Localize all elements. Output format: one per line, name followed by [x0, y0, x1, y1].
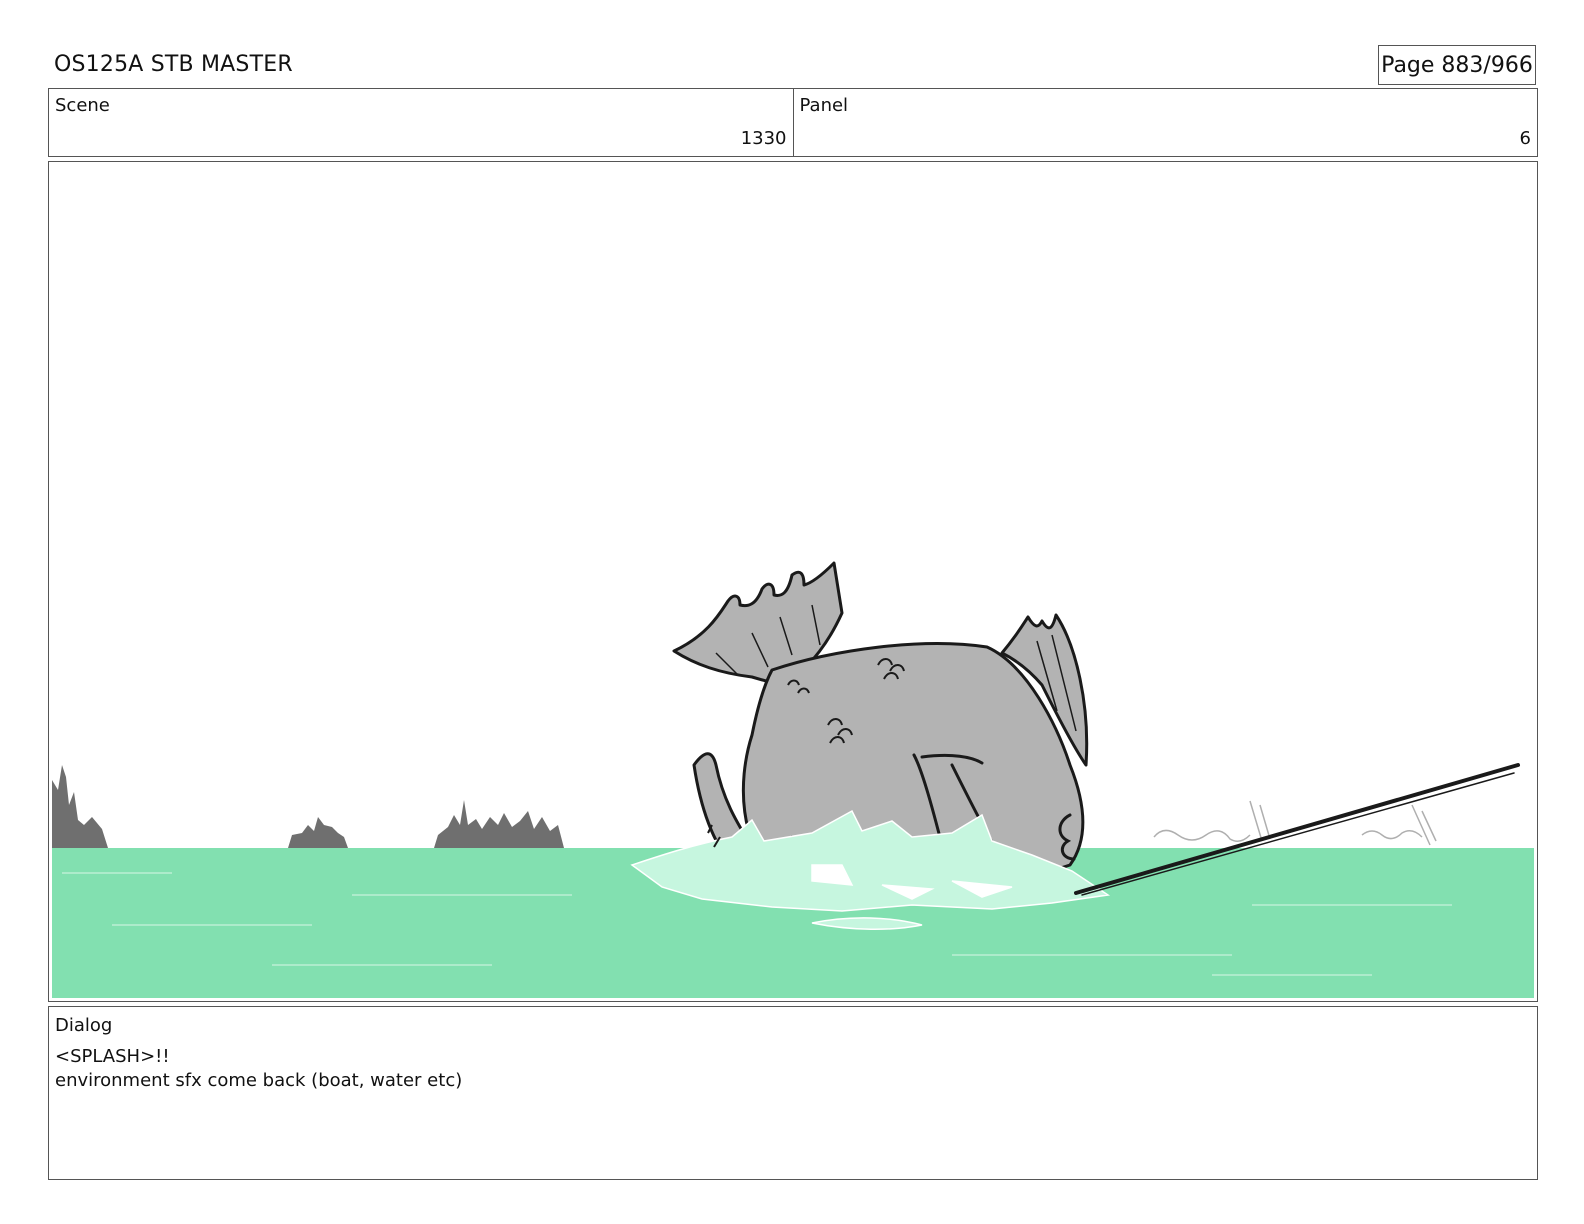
dialog-line-1: <SPLASH>!!	[55, 1046, 170, 1067]
page-number: Page 883/966	[1381, 52, 1533, 78]
dialog-label: Dialog	[55, 1015, 113, 1036]
scene-label: Scene	[55, 95, 110, 116]
scene-value: 1330	[740, 128, 787, 149]
scene-cell: Scene 1330	[49, 89, 793, 156]
dialog-line-2: environment sfx come back (boat, water e…	[55, 1070, 463, 1091]
storyboard-panel-art	[52, 165, 1534, 998]
dialog-box: Dialog <SPLASH>!! environment sfx come b…	[48, 1006, 1538, 1180]
scene-panel-row: Scene 1330 Panel 6	[48, 88, 1538, 157]
panel-cell: Panel 6	[792, 89, 1538, 156]
page-number-box: Page 883/966	[1378, 45, 1536, 85]
dialog-text: <SPLASH>!! environment sfx come back (bo…	[55, 1045, 462, 1093]
panel-label: Panel	[799, 95, 849, 116]
panel-value: 6	[1519, 128, 1531, 149]
document-title: OS125A STB MASTER	[54, 52, 293, 77]
